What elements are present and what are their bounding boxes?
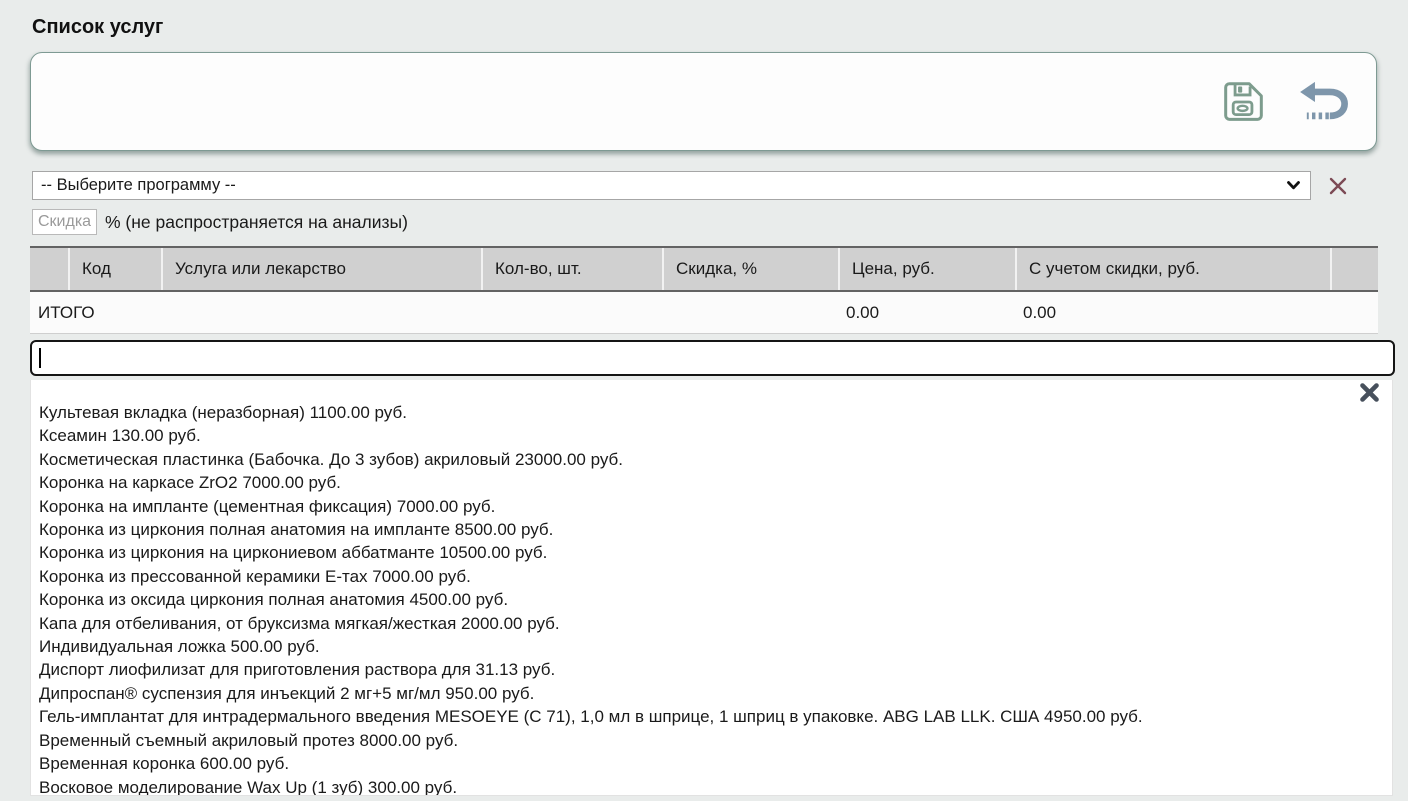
suggestion-item[interactable]: Косметическая пластинка (Бабочка. До 3 з… [39,448,1372,471]
total-row: ИТОГО 0.00 0.00 [30,292,1378,334]
text-caret [39,348,41,368]
program-select[interactable]: -- Выберите программу -- [32,171,1311,200]
header-cell-discount: Скидка, % [662,248,838,290]
service-search-wrap [30,340,1395,376]
suggestion-item[interactable]: Коронка на импланте (цементная фиксация)… [39,495,1372,518]
suggestion-item[interactable]: Дипроспан® суспензия для инъекций 2 мг+5… [39,682,1372,705]
undo-button[interactable] [1300,80,1350,124]
program-row: -- Выберите программу -- [32,171,1408,200]
suggestion-item[interactable]: Коронка на каркасе ZrO2 7000.00 руб. [39,471,1372,494]
page-title: Список услуг [32,16,1408,39]
clear-program-button[interactable] [1328,176,1348,196]
header-cell-price: Цена, руб. [838,248,1015,290]
chevron-down-icon [1287,176,1300,195]
suggestion-item[interactable]: Диспорт лиофилизат для приготовления рас… [39,658,1372,681]
header-cell-discounted-price: С учетом скидки, руб. [1015,248,1330,290]
suggestion-item[interactable]: Культевая вкладка (неразборная) 1100.00 … [39,401,1372,424]
total-label: ИТОГО [30,292,481,333]
header-cell-service: Услуга или лекарство [161,248,481,290]
suggestion-item[interactable]: Коронка из циркония на циркониевом аббат… [39,541,1372,564]
suggestion-item[interactable]: Индивидуальная ложка 500.00 руб. [39,635,1372,658]
toolbar-panel [30,52,1377,151]
total-discounted: 0.00 [1015,292,1330,333]
undo-arrow-icon [1300,112,1350,127]
program-select-value: -- Выберите программу -- [41,176,1287,195]
suggestions-panel: Культевая вкладка (неразборная) 1100.00 … [30,380,1393,796]
service-search-input[interactable] [30,340,1395,376]
suggestion-item[interactable]: Восковое моделирование Wax Up (1 зуб) 30… [39,776,1372,797]
save-button[interactable] [1221,79,1266,124]
suggestions-list: Культевая вкладка (неразборная) 1100.00 … [31,380,1392,796]
close-suggestions-button[interactable] [1359,383,1380,402]
discount-label: % (не распространяется на анализы) [105,212,408,233]
header-cell-code: Код [68,248,161,290]
discount-input[interactable] [32,209,97,235]
suggestion-item[interactable]: Временная коронка 600.00 руб. [39,752,1372,775]
suggestion-item[interactable]: Коронка из циркония полная анатомия на и… [39,518,1372,541]
header-cell-quantity: Кол-во, шт. [481,248,662,290]
total-price: 0.00 [838,292,1015,333]
suggestion-item[interactable]: Ксеамин 130.00 руб. [39,424,1372,447]
save-floppy-icon [1221,112,1266,127]
services-table: Код Услуга или лекарство Кол-во, шт. Ски… [30,246,1378,334]
table-header-row: Код Услуга или лекарство Кол-во, шт. Ски… [30,246,1378,292]
suggestion-item[interactable]: Временный съемный акриловый протез 8000.… [39,729,1372,752]
discount-row: % (не распространяется на анализы) [32,209,1408,235]
close-x-icon [1359,390,1380,405]
suggestion-item[interactable]: Капа для отбеливания, от бруксизма мягка… [39,612,1372,635]
clear-x-icon [1328,184,1348,199]
header-cell-empty-right [1330,248,1378,290]
header-cell-empty-left [30,248,68,290]
suggestion-item[interactable]: Гель-имплантат для интрадермального введ… [39,705,1372,728]
suggestion-item[interactable]: Коронка из оксида циркония полная анатом… [39,588,1372,611]
suggestion-item[interactable]: Коронка из прессованной керамики E-тах 7… [39,565,1372,588]
